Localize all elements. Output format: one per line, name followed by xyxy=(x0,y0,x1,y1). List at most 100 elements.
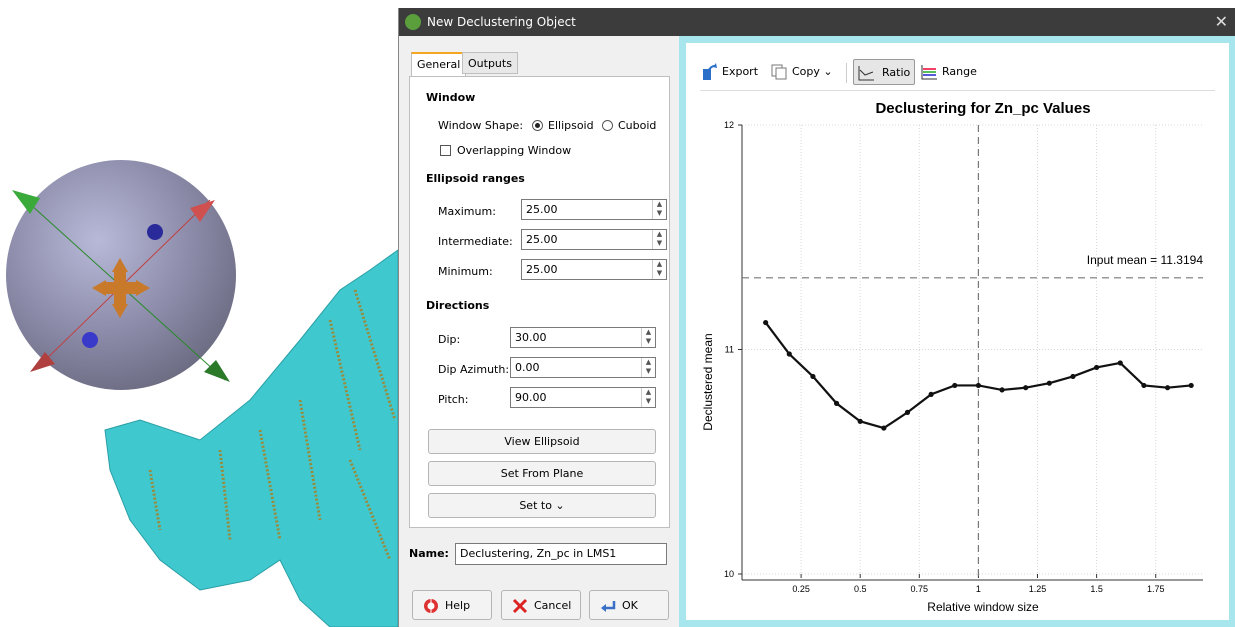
declustering-chart: Declustering for Zn_pc Values 0.25 0.5 0.7… xyxy=(701,100,1204,614)
x-tick-label: 1.75 xyxy=(1147,584,1165,594)
blue-handle[interactable] xyxy=(82,332,98,348)
x-tick-label: 0.75 xyxy=(911,584,929,594)
x-tick-label: 0.25 xyxy=(792,584,810,594)
ellipsoid-radio-label[interactable]: Ellipsoid xyxy=(548,119,594,132)
chart-area: Export Copy ⌄ Ratio Range Declustering f… xyxy=(686,43,1229,620)
spinner-arrows-icon[interactable]: ▲ ▼ xyxy=(652,230,666,249)
x-tick-label: 0.5 xyxy=(854,584,867,594)
declustering-dialog: New Declustering Object ✕ General Output… xyxy=(398,8,1235,627)
ratio-toggle-button[interactable]: Ratio xyxy=(853,59,915,85)
dip-input[interactable]: 30.00 ▲ ▼ xyxy=(510,327,656,348)
data-point xyxy=(763,319,769,326)
close-icon[interactable]: ✕ xyxy=(1215,12,1228,31)
data-point xyxy=(975,382,982,389)
data-point xyxy=(999,387,1005,393)
copy-icon xyxy=(771,64,787,80)
ok-button[interactable]: OK xyxy=(589,590,669,620)
overlapping-window-checkbox[interactable] xyxy=(440,145,451,156)
spinner-arrows-icon[interactable]: ▲ ▼ xyxy=(641,328,655,347)
intermediate-label: Intermediate: xyxy=(438,235,513,248)
data-point xyxy=(928,391,934,397)
tab-general[interactable]: General xyxy=(411,52,467,76)
general-tab-panel: Window Window Shape: Ellipsoid Cuboid Ov… xyxy=(409,76,670,528)
export-button[interactable]: Export xyxy=(700,59,770,85)
spinner-arrows-icon[interactable]: ▲ ▼ xyxy=(641,388,655,407)
chart-title: Declustering for Zn_pc Values xyxy=(875,100,1090,117)
name-label: Name: xyxy=(409,547,449,560)
y-axis-label: Declustered mean xyxy=(701,333,715,430)
view-ellipsoid-button[interactable]: View Ellipsoid xyxy=(428,429,656,454)
maximum-input[interactable]: 25.00 ▲ ▼ xyxy=(521,199,667,220)
directions-heading: Directions xyxy=(426,299,490,312)
toolbar-separator xyxy=(700,90,1215,91)
ellipsoid-radio[interactable] xyxy=(532,120,543,131)
help-lifebuoy-icon xyxy=(424,599,438,613)
help-button[interactable]: Help xyxy=(412,590,492,620)
cuboid-radio-label[interactable]: Cuboid xyxy=(618,119,656,132)
range-chart-icon xyxy=(921,65,937,80)
pitch-input[interactable]: 90.00 ▲ ▼ xyxy=(510,387,656,408)
data-point xyxy=(1188,382,1194,389)
cancel-x-icon xyxy=(512,598,528,614)
y-tick-label: 10 xyxy=(724,569,734,579)
ellipsoid-widget[interactable] xyxy=(6,160,236,390)
dip-azimuth-label: Dip Azimuth: xyxy=(438,363,510,376)
maximum-label: Maximum: xyxy=(438,205,496,218)
set-to-button[interactable]: Set to ⌄ xyxy=(428,493,656,518)
app-icon xyxy=(405,14,421,30)
data-point xyxy=(833,400,840,406)
pitch-label: Pitch: xyxy=(438,393,469,406)
toolbar-divider xyxy=(846,63,847,83)
chart-grid xyxy=(742,124,1203,575)
data-point xyxy=(1164,385,1171,391)
input-mean-label: Input mean = 11.3194 xyxy=(1087,253,1204,267)
ok-arrow-icon xyxy=(601,601,616,612)
x-tick-label: 1 xyxy=(976,584,981,594)
spinner-arrows-icon[interactable]: ▲ ▼ xyxy=(652,200,666,219)
3d-scene-viewport[interactable] xyxy=(0,0,398,627)
dip-label: Dip: xyxy=(438,333,461,346)
dip-azimuth-input[interactable]: 0.00 ▲ ▼ xyxy=(510,357,656,378)
y-tick-label: 12 xyxy=(724,120,734,130)
set-from-plane-button[interactable]: Set From Plane xyxy=(428,461,656,486)
data-point xyxy=(810,373,816,380)
cancel-button[interactable]: Cancel xyxy=(501,590,581,620)
x-axis-label: Relative window size xyxy=(927,600,1039,614)
name-input[interactable]: Declustering, Zn_pc in LMS1 xyxy=(455,543,667,565)
ratio-chart-icon xyxy=(858,66,874,81)
title-bar: New Declustering Object ✕ xyxy=(399,8,1235,36)
y-tick-label: 11 xyxy=(725,345,734,355)
chart-panel: Export Copy ⌄ Ratio Range Declustering f… xyxy=(679,36,1235,627)
settings-pane: General Outputs Window Window Shape: Ell… xyxy=(399,36,679,627)
spinner-arrows-icon[interactable]: ▲ ▼ xyxy=(641,358,655,377)
chart-axes: 0.25 0.5 0.75 1 1.25 1.5 1.75 10 11 12 xyxy=(724,120,1203,594)
minimum-input[interactable]: 25.00 ▲ ▼ xyxy=(521,259,667,280)
data-point xyxy=(1117,360,1123,366)
data-point xyxy=(904,409,911,415)
data-point xyxy=(1141,382,1147,389)
window-section-heading: Window xyxy=(426,91,476,104)
spinner-arrows-icon[interactable]: ▲ ▼ xyxy=(652,260,666,279)
data-point xyxy=(857,418,863,424)
range-toggle-button[interactable]: Range xyxy=(920,59,990,85)
data-point xyxy=(786,351,792,357)
minimum-label: Minimum: xyxy=(438,265,493,278)
copy-button[interactable]: Copy ⌄ xyxy=(770,59,840,85)
x-tick-label: 1.25 xyxy=(1029,584,1047,594)
overlapping-window-label[interactable]: Overlapping Window xyxy=(457,144,571,157)
tab-outputs[interactable]: Outputs xyxy=(462,52,518,74)
blue-handle[interactable] xyxy=(147,224,163,240)
data-point xyxy=(1046,380,1052,386)
cuboid-radio[interactable] xyxy=(602,120,613,131)
export-icon xyxy=(703,63,717,80)
green-arrow-handle[interactable] xyxy=(204,360,230,382)
data-point xyxy=(1094,364,1100,371)
intermediate-input[interactable]: 25.00 ▲ ▼ xyxy=(521,229,667,250)
data-point xyxy=(1070,373,1076,380)
name-row: Name: Declustering, Zn_pc in LMS1 xyxy=(409,541,671,567)
x-tick-label: 1.5 xyxy=(1090,584,1103,594)
data-point xyxy=(1023,385,1029,391)
ellipsoid-ranges-heading: Ellipsoid ranges xyxy=(426,172,525,185)
window-shape-label: Window Shape: xyxy=(438,119,524,132)
window-title: New Declustering Object xyxy=(427,15,576,29)
